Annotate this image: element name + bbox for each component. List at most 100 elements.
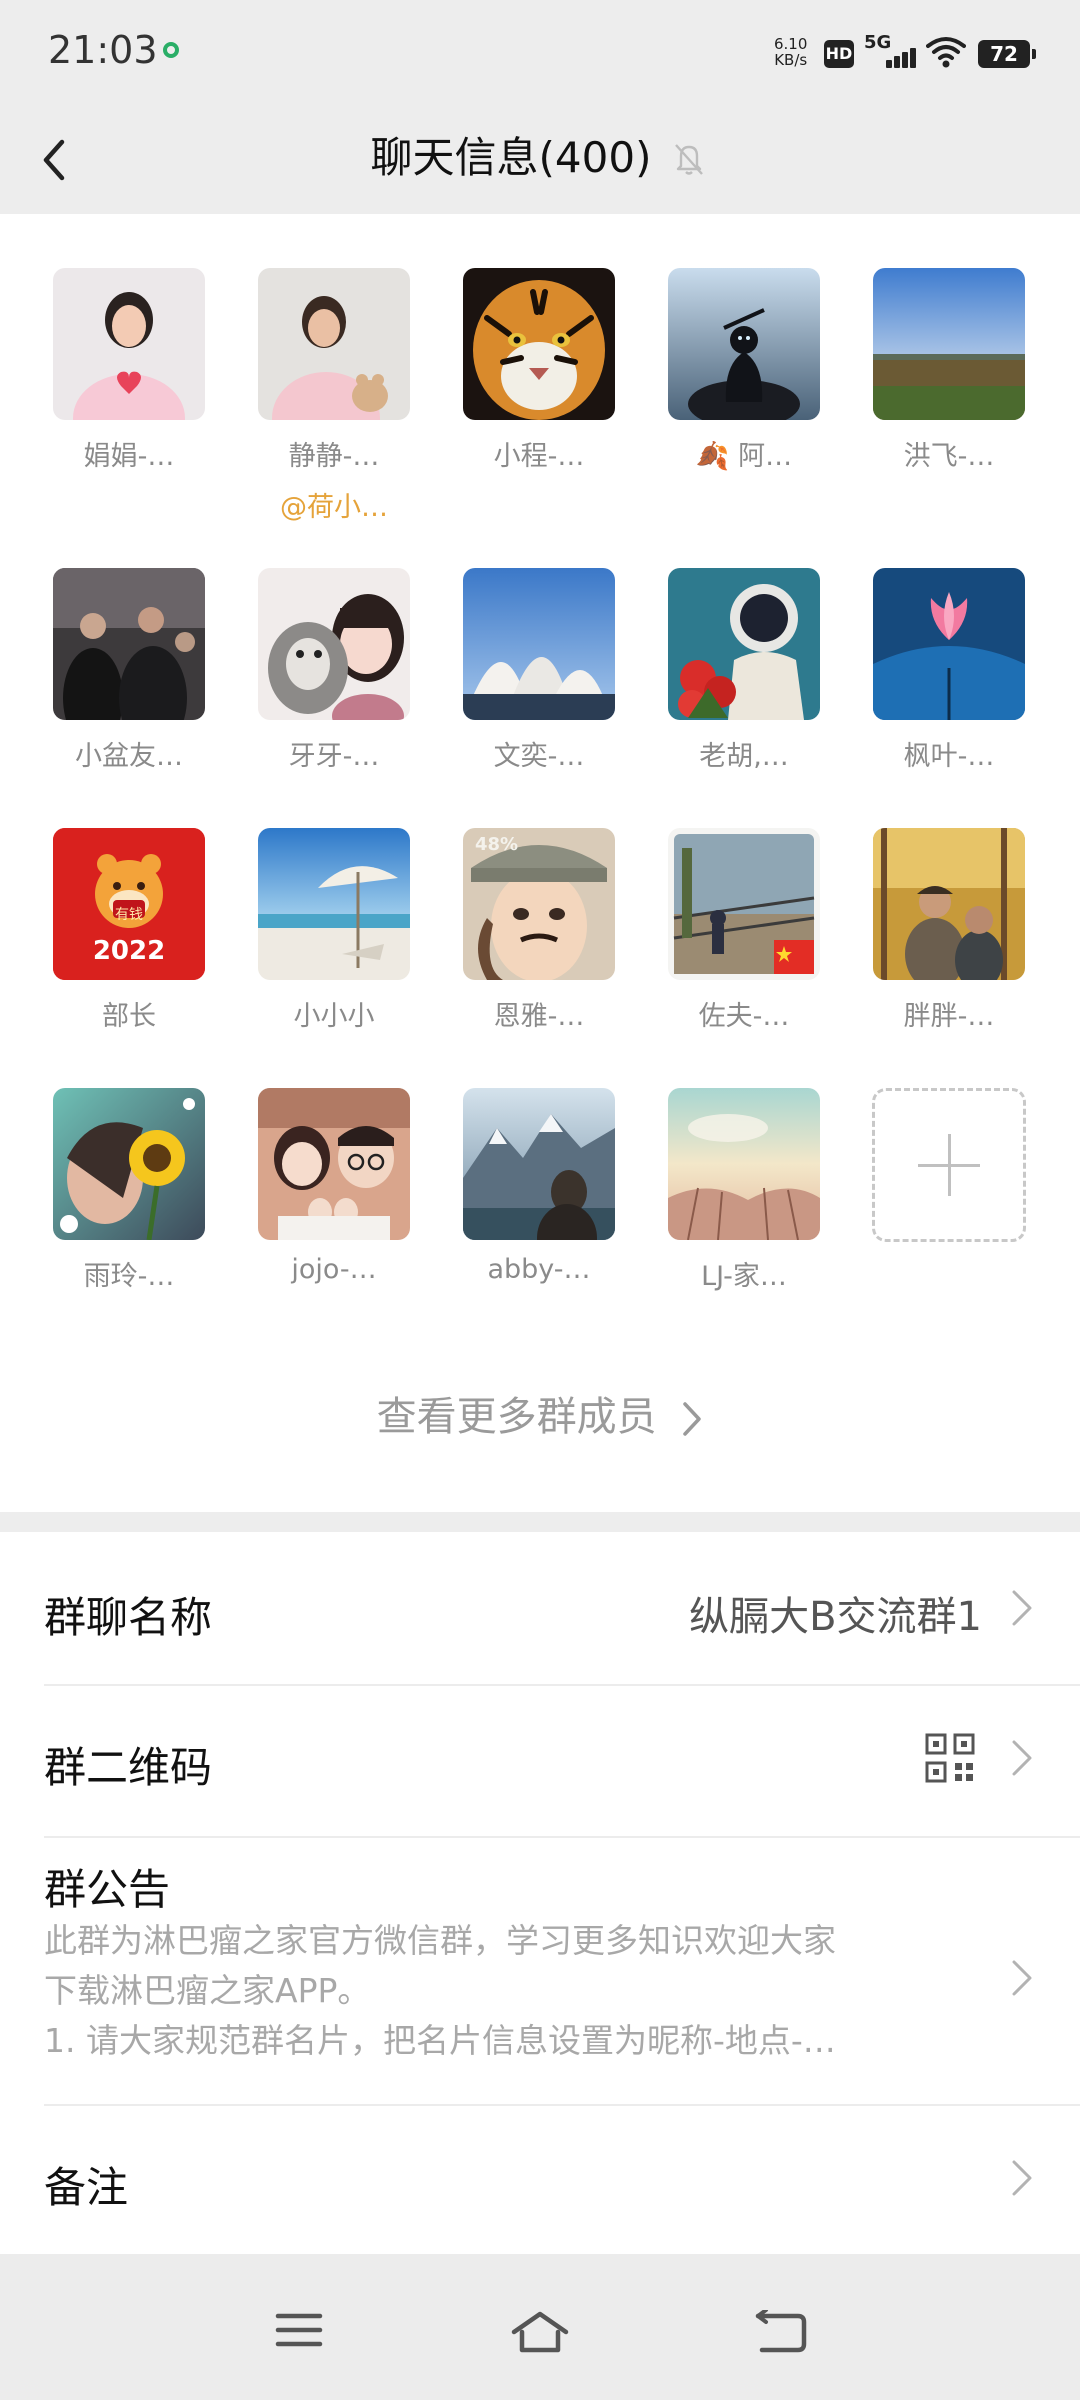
chevron-right-icon	[1012, 1740, 1032, 1776]
back-nav-icon[interactable]	[752, 2310, 808, 2354]
network-type: 5G	[864, 32, 892, 53]
member-item[interactable]: 小小小	[239, 828, 429, 1033]
hd-call-icon: HD	[824, 40, 854, 68]
remark-row[interactable]: 备注	[0, 2106, 1080, 2254]
chevron-right-icon	[1012, 1960, 1032, 1996]
avatar	[668, 828, 820, 980]
group-name-value: 纵膈大B交流群1	[689, 1594, 982, 1640]
member-name: 佐夫-…	[698, 1001, 790, 1032]
avatar	[258, 1088, 410, 1240]
member-item[interactable]: 佐夫-…	[649, 828, 839, 1033]
avatar	[53, 1088, 205, 1240]
member-name: 文奕-…	[493, 741, 585, 772]
member-name: 牙牙-…	[288, 741, 380, 772]
group-notice-row[interactable]: 群公告 此群为淋巴瘤之家官方微信群，学习更多知识欢迎大家 下载淋巴瘤之家APP。…	[0, 1838, 1080, 2102]
member-name: 雨玲-…	[83, 1261, 175, 1292]
network-speed: 6.10 KB/s	[774, 36, 807, 68]
chevron-right-icon	[1012, 1590, 1032, 1626]
avatar	[53, 268, 205, 420]
avatar	[873, 568, 1025, 720]
member-item[interactable]: 有钱 2022 部长	[34, 828, 224, 1033]
group-qr-label: 群二维码	[44, 1743, 213, 1792]
member-item[interactable]: 牙牙-…	[239, 568, 429, 773]
members-panel: 娟娟-… 静静-… @荷小… 小程-… 🍂 阿… 洪飞-… 小盆友… 牙牙-… …	[0, 214, 1080, 1512]
signal-5g-icon: 5G	[864, 32, 920, 70]
member-item[interactable]: 小程-…	[444, 268, 634, 473]
add-member-button[interactable]	[872, 1088, 1026, 1242]
mute-bell-icon	[675, 144, 704, 175]
member-item[interactable]: 娟娟-…	[34, 268, 224, 473]
nav-bar: 聊天信息(400)	[0, 106, 1080, 214]
avatar	[463, 568, 615, 720]
member-item[interactable]: 小盆友…	[34, 568, 224, 773]
member-name: 恩雅-…	[493, 1001, 585, 1032]
member-name: abby-…	[487, 1254, 591, 1285]
member-name: 娟娟-…	[83, 441, 175, 472]
member-item[interactable]: 文奕-…	[444, 568, 634, 773]
member-name: LJ-家…	[701, 1261, 787, 1292]
avatar	[463, 1088, 615, 1240]
member-item[interactable]: 枫叶-…	[854, 568, 1044, 773]
settings-list: 群聊名称 纵膈大B交流群1 群二维码 群公告 此群为淋巴瘤之家官方微信群，学习更…	[0, 1532, 1080, 2254]
member-item[interactable]: LJ-家…	[649, 1088, 839, 1293]
member-item[interactable]: 雨玲-…	[34, 1088, 224, 1293]
wifi-icon	[926, 37, 966, 68]
member-name: 老胡,…	[699, 741, 789, 772]
member-name: 小小小	[293, 1001, 375, 1032]
avatar	[668, 568, 820, 720]
add-member-item[interactable]	[854, 1088, 1044, 1242]
member-name: 小盆友…	[75, 741, 183, 772]
avatar	[873, 268, 1025, 420]
member-name: 部长	[102, 1001, 156, 1032]
notice-line: 此群为淋巴瘤之家官方微信群，学习更多知识欢迎大家	[44, 1921, 836, 1960]
avatar	[873, 828, 1025, 980]
member-item[interactable]: 48% 恩雅-…	[444, 828, 634, 1033]
page-title-wrap: 聊天信息(400)	[0, 128, 1080, 188]
member-nickname: @荷小…	[280, 492, 388, 523]
member-name: 🍂 阿…	[695, 441, 793, 472]
battery-icon: 72	[978, 40, 1036, 68]
avatar	[668, 268, 820, 420]
avatar: 有钱 2022	[53, 828, 205, 980]
menu-icon[interactable]	[274, 2310, 324, 2350]
member-name: 洪飞-…	[903, 441, 995, 472]
qr-code-icon	[925, 1733, 975, 1783]
member-name: 小程-…	[493, 441, 585, 472]
member-item[interactable]: 胖胖-…	[854, 828, 1044, 1033]
avatar-year-text: 2022	[92, 936, 166, 966]
group-name-label: 群聊名称	[44, 1593, 213, 1642]
home-icon[interactable]	[510, 2310, 570, 2354]
member-item[interactable]: abby-…	[444, 1088, 634, 1285]
chevron-right-icon	[683, 1402, 702, 1436]
cap-text: 48%	[475, 834, 519, 855]
member-item[interactable]: 静静-… @荷小…	[239, 268, 429, 524]
avatar-badge-text: 有钱	[115, 907, 143, 923]
avatar	[258, 828, 410, 980]
status-bar: 21:03 6.10 KB/s HD 5G 72	[0, 0, 1080, 106]
member-name: 胖胖-…	[903, 1001, 995, 1032]
member-name: jojo-…	[291, 1254, 377, 1285]
network-speed-value: 6.10	[774, 35, 808, 53]
remark-label: 备注	[44, 2163, 129, 2212]
view-more-members-link[interactable]: 查看更多群成员	[0, 1384, 1080, 1442]
avatar	[53, 568, 205, 720]
page-title: 聊天信息(400)	[370, 133, 652, 182]
avatar	[258, 268, 410, 420]
member-item[interactable]: jojo-…	[239, 1088, 429, 1285]
member-name: 枫叶-…	[903, 741, 995, 772]
view-more-label: 查看更多群成员	[376, 1394, 657, 1440]
sync-status-icon	[163, 42, 179, 58]
member-item[interactable]: 🍂 阿…	[649, 268, 839, 473]
network-speed-unit: KB/s	[774, 51, 808, 69]
notice-line: 下载淋巴瘤之家APP。	[44, 1971, 371, 2010]
member-item[interactable]: 洪飞-…	[854, 268, 1044, 473]
group-notice-label: 群公告	[44, 1865, 171, 1914]
group-notice-text: 此群为淋巴瘤之家官方微信群，学习更多知识欢迎大家 下载淋巴瘤之家APP。 1. …	[44, 1916, 964, 2066]
group-qr-row[interactable]: 群二维码	[0, 1686, 1080, 1836]
chevron-right-icon	[1012, 2160, 1032, 2196]
group-name-row[interactable]: 群聊名称 纵膈大B交流群1	[0, 1532, 1080, 1682]
avatar	[463, 268, 615, 420]
member-name: 静静-…	[288, 441, 380, 472]
avatar	[258, 568, 410, 720]
member-item[interactable]: 老胡,…	[649, 568, 839, 773]
